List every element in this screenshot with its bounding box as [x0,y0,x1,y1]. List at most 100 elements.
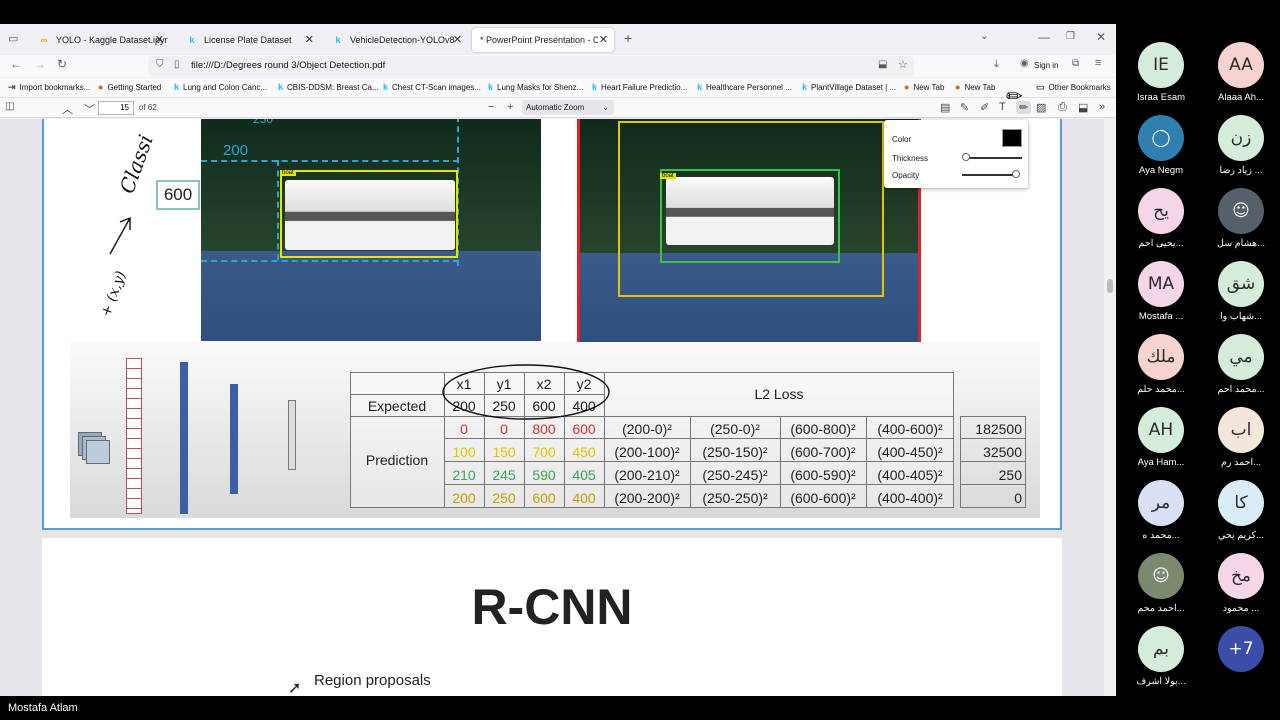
image-icon[interactable]: ▨ [1036,101,1046,114]
star-icon[interactable]: ☆ [898,58,908,71]
thickness-slider[interactable] [966,157,1022,159]
participant-name: محمود ... [1222,603,1260,614]
participant-tile[interactable]: ☺ احمد محم... [1124,553,1198,614]
arrow-icon: ➚ [288,680,302,696]
avatar: يح [1138,188,1184,234]
window-close-icon[interactable]: ✕ [1096,30,1106,44]
participant-tile[interactable]: مخ محمود ... [1204,553,1278,614]
sidebar-toggle-icon[interactable]: ◫ [5,101,14,112]
bookmark-lung-colon[interactable]: k Lung and Colon Canc... [174,82,267,92]
highlight-icon[interactable]: ✐ [980,101,989,114]
nav-bar: ← → ↻ ⛉ ▯ file:///D:/Degrees round 3/Obj… [0,55,1116,77]
back-icon[interactable]: ← [10,57,22,71]
restore-icon[interactable]: ❐ [1066,31,1075,42]
scrollbar-thumb[interactable] [1107,279,1113,293]
bookmark-plantvillage[interactable]: k PlantVillage Dataset | ... [802,82,896,92]
bookmark-import[interactable]: ⇥ Import bookmarks... [8,82,90,93]
next-page-icon[interactable]: ﹀ [84,101,95,117]
chevron-down-icon[interactable]: ⌄ [980,31,988,42]
zoom-in-icon[interactable]: + [507,101,513,113]
thickness-slider-thumb[interactable] [962,153,970,161]
participant-tile[interactable]: MA Mostafa ... [1124,261,1198,322]
prediction-value: 150 [492,444,516,460]
loss-term: (200-0)² [622,421,672,437]
print-icon[interactable]: ⎙ [1058,101,1067,114]
bookmark-new-tab-2[interactable]: ● New Tab [955,82,995,92]
color-swatch[interactable] [1002,129,1022,147]
previous-page-icon[interactable]: ︿ [62,101,73,117]
bookmark-cbis[interactable]: k CBIS-DDSM: Breast Ca... [278,82,379,92]
bookmark-heart-failure[interactable]: k Heart Failure Predictio... [592,82,687,92]
bookmark-label: Lung and Colon Canc... [183,83,268,92]
participant-name: احمد محم... [1137,603,1185,614]
tab-list-icon[interactable]: ▭ [8,32,18,45]
bookmark-label: PlantVillage Dataset | ... [811,83,897,92]
close-icon[interactable]: ✕ [305,33,314,46]
close-icon[interactable]: ✕ [599,33,608,46]
zoom-out-icon[interactable]: − [488,101,494,113]
screen: ▭ ∞ YOLO - Kaggle Dataset.ipynb - I ✕ k … [0,0,1280,720]
participant-name: بولا اشرف... [1136,676,1186,687]
handwritten-note: Classi [114,131,158,197]
bookmark-lung-masks[interactable]: k Lung Masks for Shenz... [488,82,583,92]
avatar: مخ [1218,553,1264,599]
participant-tile[interactable]: IE Israa Esam [1124,42,1198,103]
participant-tile[interactable]: AH Aya Ham... [1124,407,1198,468]
download-icon[interactable]: ⤓ [994,58,999,71]
reload-icon[interactable]: ↻ [57,57,67,71]
comment-icon[interactable]: ▤ [940,101,950,114]
text-icon[interactable]: T [999,101,1006,113]
participant-tile[interactable]: ◯ Aya Negm [1124,115,1198,176]
opacity-slider[interactable] [962,174,1018,176]
participant-tile[interactable]: مي محمد احم... [1204,334,1278,395]
forward-icon[interactable]: → [34,57,46,71]
close-icon[interactable]: ✕ [453,33,462,46]
save-icon[interactable]: ⬓ [1078,101,1088,114]
bookmark-other[interactable]: ▭ Other Bookmarks [1036,82,1111,93]
participants-panel: IE Israa Esam AA Alaaa Ah... ◯ Aya Negm زن زياد… [1116,24,1280,696]
output-bar [288,400,296,470]
prediction-value: 100 [452,444,476,460]
page-number-input[interactable]: 15 [98,101,134,115]
more-participants-button[interactable]: +7 [1204,626,1278,676]
address-bar[interactable]: ⛉ ▯ file:///D:/Degrees round 3/Object De… [148,56,914,76]
participant-tile[interactable]: اب احمد رم... [1204,407,1278,468]
opacity-slider-thumb[interactable] [1012,170,1020,178]
bookmark-new-tab-1[interactable]: ● New Tab [904,82,944,92]
bookmark-chest-ct[interactable]: k Chest CT-Scan images... [383,82,481,92]
menu-icon[interactable]: ≡ [1095,57,1101,69]
signature-icon[interactable]: ✎ [960,101,969,114]
participant-tile[interactable]: زن زياد رضا ... [1204,115,1278,176]
pdf-viewer: Classi + (x,y) 600 200 250 boat boat x1 … [0,119,1104,696]
sign-in-button[interactable]: Sign in [1034,61,1058,70]
minimize-icon[interactable]: — [1038,30,1050,44]
tab-vehicle-detection[interactable]: k VehicleDetection-YOLOv8 ✕ [324,28,468,52]
account-icon[interactable]: ◉ [1020,58,1029,69]
bookmark-getting-started[interactable]: ● Getting Started [98,82,161,92]
tab-license-plate[interactable]: k License Plate Dataset ✕ [178,28,320,52]
draw-settings-popup: Color Thickness Opacity [884,120,1028,188]
participant-tile[interactable]: بم بولا اشرف... [1124,626,1198,687]
extensions-icon[interactable]: ⧉ [1072,58,1079,69]
loss-value: 0 [1014,490,1022,506]
browser-window: ▭ ∞ YOLO - Kaggle Dataset.ipynb - I ✕ k … [0,24,1116,696]
bookmark-healthcare[interactable]: k Healthcare Personnel ... [697,82,792,92]
new-tab-icon[interactable]: + [624,30,632,46]
participant-tile[interactable]: AA Alaaa Ah... [1204,42,1278,103]
participant-tile[interactable]: مر محمد ه... [1124,480,1198,541]
save-page-icon[interactable]: ⬓ [878,59,887,70]
loss-term: (250-150)² [702,444,768,460]
close-icon[interactable]: ✕ [155,33,164,46]
scrollbar[interactable] [1104,119,1116,696]
tab-powerpoint[interactable]: * PowerPoint Presentation - Object D ✕ [472,28,614,52]
avatar: AH [1138,407,1184,453]
zoom-select[interactable]: Automatic Zoom ⌄ [522,100,614,115]
participant-tile[interactable]: ملك محمد حلم... [1124,334,1198,395]
participant-tile[interactable]: كا كريم يحي... [1204,480,1278,541]
participant-tile[interactable]: شق شهاب وا... [1204,261,1278,322]
tab-yolo[interactable]: ∞ YOLO - Kaggle Dataset.ipynb - I ✕ [30,28,170,52]
more-tools-icon[interactable]: » [1099,101,1105,113]
participant-tile[interactable]: ☺ هشام سل... [1204,188,1278,249]
photo-avatar: ☺ [1218,188,1264,234]
participant-tile[interactable]: يح يحيى احم... [1124,188,1198,249]
